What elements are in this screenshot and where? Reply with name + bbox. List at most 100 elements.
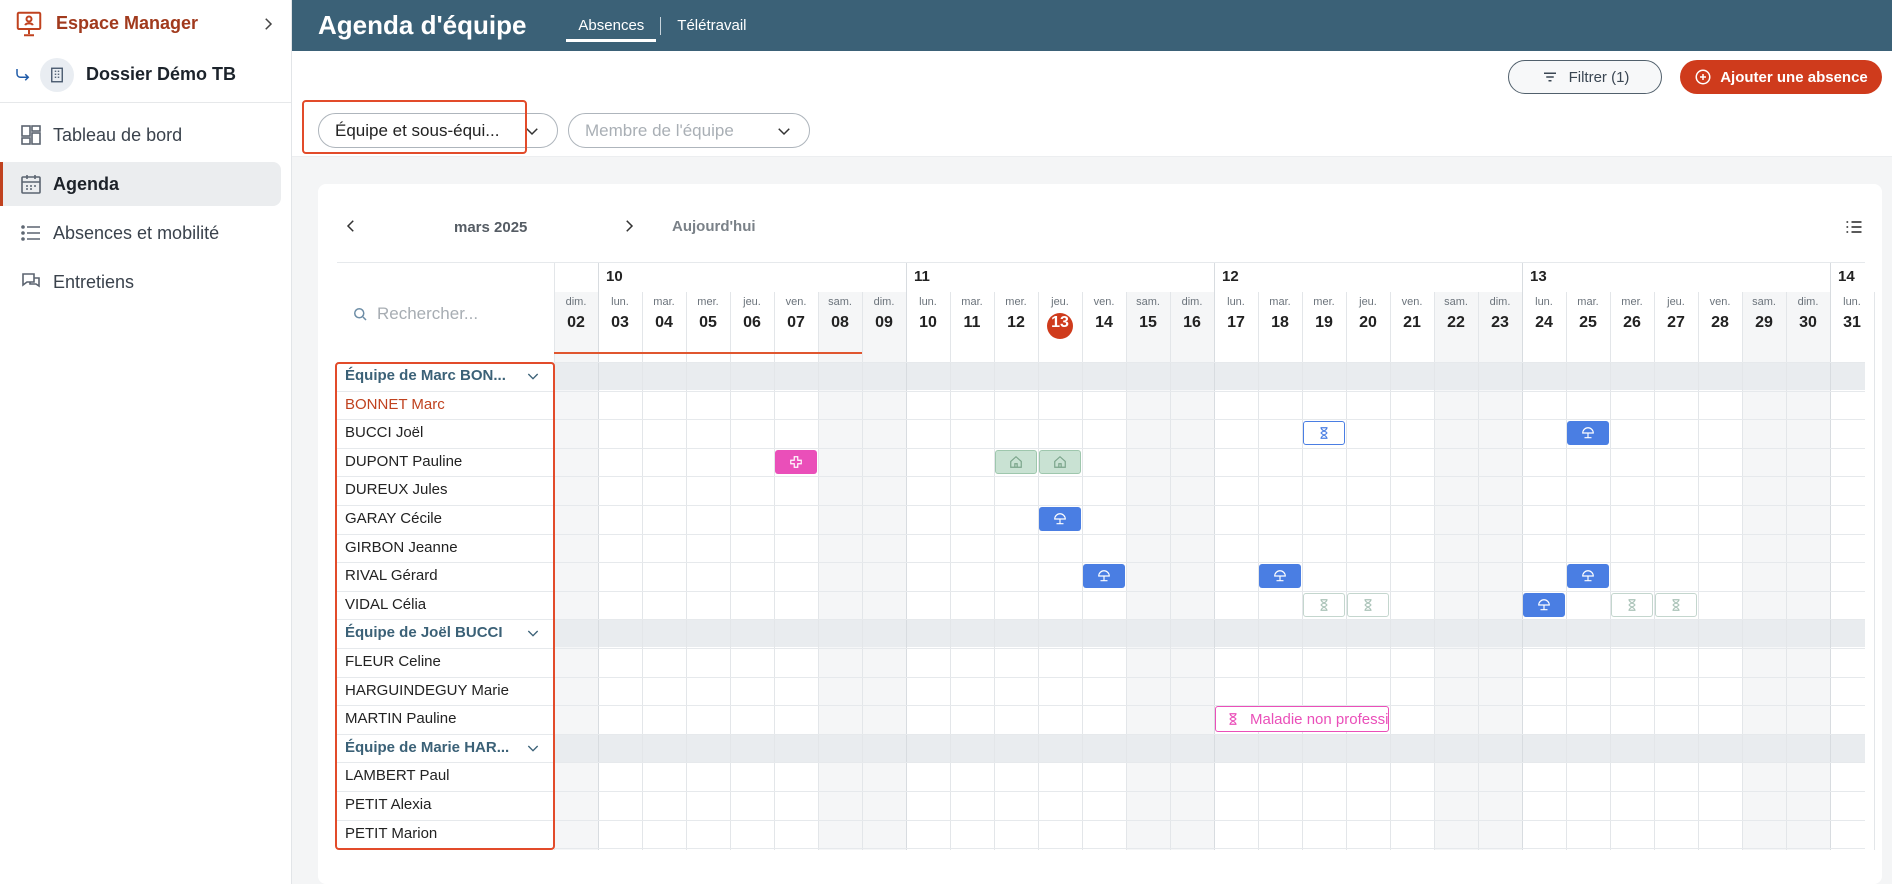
dossier-name: Dossier Démo TB [86, 64, 237, 84]
sidebar-item-agenda[interactable]: Agenda [0, 162, 281, 206]
umbrella-icon [1538, 599, 1550, 611]
absence-event[interactable] [1523, 592, 1565, 617]
day-name: ven. [785, 296, 807, 308]
day-number[interactable]: 17 [1214, 314, 1258, 332]
day-number[interactable]: 03 [598, 314, 642, 332]
absence-event[interactable] [1303, 421, 1345, 446]
filter-icon [1543, 72, 1556, 82]
day-number[interactable]: 25 [1566, 314, 1610, 332]
day-number[interactable]: 29 [1742, 314, 1786, 332]
day-number[interactable]: 28 [1698, 314, 1742, 332]
chat-icon [22, 273, 40, 288]
absence-event[interactable] [1567, 421, 1609, 446]
day-number[interactable]: 13 [1038, 314, 1082, 332]
absence-event[interactable] [1655, 592, 1697, 617]
absence-event[interactable] [995, 449, 1037, 474]
day-name: lun. [1227, 296, 1245, 308]
grid-line [686, 292, 687, 850]
absence-event[interactable] [1259, 564, 1301, 589]
calendar-grid: Rechercher... 10 11 12 13 14 dim. 02 lun. 03 mar.… [335, 262, 1875, 850]
add-absence-button[interactable]: Ajouter une absence [1680, 60, 1882, 94]
day-number[interactable]: 31 [1830, 314, 1874, 332]
day-number[interactable]: 02 [554, 314, 598, 332]
day-name: mer. [697, 296, 719, 308]
absence-event[interactable] [1567, 564, 1609, 589]
tab-teletravail[interactable]: Télétravail [661, 0, 762, 51]
grid-line [337, 848, 1865, 850]
absence-event[interactable] [1083, 564, 1125, 589]
grid-line [1126, 292, 1127, 850]
grid-line [337, 390, 1865, 392]
chevron-right-icon[interactable] [259, 15, 277, 33]
day-number[interactable]: 04 [642, 314, 686, 332]
brand-title: Espace Manager [56, 13, 199, 33]
day-number[interactable]: 14 [1082, 314, 1126, 332]
brand-header[interactable]: Espace Manager [0, 0, 291, 47]
day-number[interactable]: 05 [686, 314, 730, 332]
grid-line [337, 447, 1865, 449]
team-band [554, 362, 1865, 390]
day-name: ven. [1093, 296, 1115, 308]
day-number[interactable]: 27 [1654, 314, 1698, 332]
sidebar-item-label: Absences et mobilité [53, 222, 220, 243]
absence-event[interactable] [775, 449, 817, 474]
sidebar-item-entretiens[interactable]: Entretiens [0, 260, 281, 304]
grid-line [862, 292, 863, 850]
list-icon [21, 225, 40, 241]
day-number[interactable]: 09 [862, 314, 906, 332]
search-input[interactable]: Rechercher... [351, 304, 478, 324]
grid-line [1346, 292, 1347, 850]
day-name: lun. [919, 296, 937, 308]
day-number[interactable]: 26 [1610, 314, 1654, 332]
day-name: mar. [653, 296, 675, 308]
list-view-icon[interactable] [1844, 217, 1864, 237]
absence-event[interactable] [1303, 592, 1345, 617]
day-number[interactable]: 21 [1390, 314, 1434, 332]
day-number[interactable]: 12 [994, 314, 1038, 332]
filter-button[interactable]: Filtrer (1) [1508, 60, 1662, 94]
day-number[interactable]: 23 [1478, 314, 1522, 332]
day-number[interactable]: 19 [1302, 314, 1346, 332]
day-number[interactable]: 24 [1522, 314, 1566, 332]
day-number[interactable]: 30 [1786, 314, 1830, 332]
day-number[interactable]: 10 [906, 314, 950, 332]
day-name: jeu. [1051, 296, 1069, 308]
day-number[interactable]: 08 [818, 314, 862, 332]
day-name: sam. [1752, 296, 1776, 308]
sidebar-item-absences[interactable]: Absences et mobilité [0, 211, 281, 255]
hourglass-icon [1628, 598, 1636, 611]
day-number[interactable]: 20 [1346, 314, 1390, 332]
tab-absences[interactable]: Absences [562, 0, 660, 51]
umbrella-icon [1582, 427, 1594, 439]
absence-event[interactable] [1039, 449, 1081, 474]
medical-cross-icon [790, 455, 802, 468]
sidebar-item-dashboard[interactable]: Tableau de bord [0, 113, 281, 157]
absence-event[interactable] [1039, 507, 1081, 531]
day-number[interactable]: 07 [774, 314, 818, 332]
member-select[interactable]: Membre de l'équipe [568, 113, 810, 148]
grid-line [337, 676, 1865, 678]
day-name: mer. [1313, 296, 1335, 308]
day-number[interactable]: 15 [1126, 314, 1170, 332]
grid-line [1390, 292, 1391, 850]
day-number[interactable]: 22 [1434, 314, 1478, 332]
filter-button-label: Filtrer (1) [1568, 68, 1630, 86]
dossier-selector[interactable]: Dossier Démo TB [0, 47, 291, 103]
absence-event[interactable] [1611, 592, 1653, 617]
day-name: dim. [1181, 296, 1203, 308]
day-name: dim. [873, 296, 895, 308]
absence-event-sick-leave[interactable]: Maladie non professionne [1215, 706, 1389, 733]
today-button[interactable]: Aujourd'hui [672, 218, 756, 235]
previous-month-icon[interactable] [342, 217, 360, 235]
day-number[interactable]: 11 [950, 314, 994, 332]
calendar-icon [21, 175, 41, 194]
next-month-icon[interactable] [620, 217, 638, 235]
day-name: sam. [828, 296, 852, 308]
day-number[interactable]: 18 [1258, 314, 1302, 332]
grid-line [337, 819, 1865, 821]
day-number[interactable]: 06 [730, 314, 774, 332]
grid-line [994, 292, 995, 850]
day-number[interactable]: 16 [1170, 314, 1214, 332]
absence-event[interactable] [1347, 592, 1389, 617]
week-number: 10 [606, 268, 623, 285]
